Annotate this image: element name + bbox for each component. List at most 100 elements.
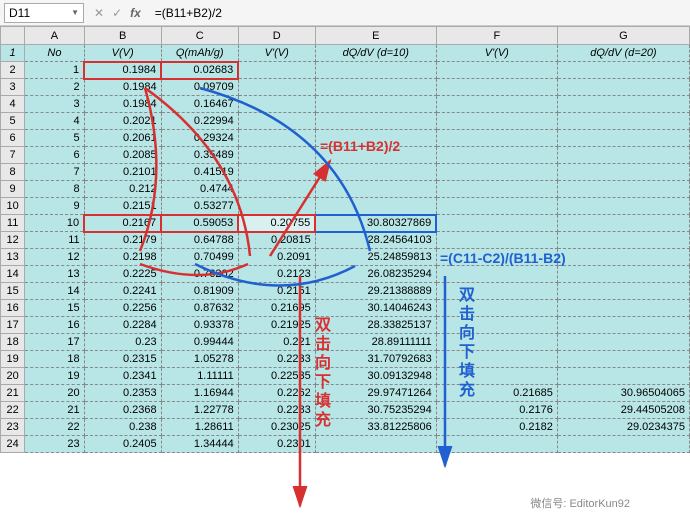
cell[interactable]: 0.2368 (84, 402, 161, 419)
cell[interactable]: 23 (25, 436, 84, 453)
cell[interactable]: 1.22778 (161, 402, 238, 419)
col-header[interactable] (1, 27, 25, 45)
cell[interactable] (557, 249, 689, 266)
cell[interactable]: 0.2284 (84, 317, 161, 334)
row-header[interactable]: 24 (1, 436, 25, 453)
row-header[interactable]: 7 (1, 147, 25, 164)
cell[interactable] (557, 215, 689, 232)
row-header[interactable]: 12 (1, 232, 25, 249)
col-header[interactable]: G (557, 27, 689, 45)
col-header[interactable]: B (84, 27, 161, 45)
cell[interactable] (315, 198, 436, 215)
cell[interactable] (557, 283, 689, 300)
cell[interactable]: 0.20755 (238, 215, 315, 232)
row-header[interactable]: 9 (1, 181, 25, 198)
cell[interactable]: No (25, 45, 84, 62)
cell[interactable]: 1.34444 (161, 436, 238, 453)
cell[interactable]: 0.1984 (84, 96, 161, 113)
cell[interactable] (557, 130, 689, 147)
cell[interactable]: 0.2182 (436, 419, 557, 436)
cell[interactable]: 16 (25, 317, 84, 334)
cell[interactable] (238, 164, 315, 181)
cell[interactable]: 14 (25, 283, 84, 300)
cell[interactable]: 30.14046243 (315, 300, 436, 317)
row-header[interactable]: 15 (1, 283, 25, 300)
cell[interactable] (557, 164, 689, 181)
cell[interactable]: 0.53277 (161, 198, 238, 215)
cell[interactable] (436, 436, 557, 453)
row-header[interactable]: 4 (1, 96, 25, 113)
cell[interactable]: 3 (25, 96, 84, 113)
row-header[interactable]: 23 (1, 419, 25, 436)
cell[interactable] (557, 62, 689, 79)
cell[interactable]: 22 (25, 419, 84, 436)
cell[interactable]: 0.02683 (161, 62, 238, 79)
row-header[interactable]: 10 (1, 198, 25, 215)
cell[interactable] (436, 232, 557, 249)
row-header[interactable]: 6 (1, 130, 25, 147)
col-header[interactable]: D (238, 27, 315, 45)
cell[interactable]: 6 (25, 147, 84, 164)
cell[interactable]: 0.20815 (238, 232, 315, 249)
cell[interactable]: 0.76202 (161, 266, 238, 283)
cell[interactable]: 26.08235294 (315, 266, 436, 283)
cell[interactable] (557, 232, 689, 249)
cell[interactable]: 0.2233 (238, 351, 315, 368)
cell[interactable]: 18 (25, 351, 84, 368)
cell[interactable] (238, 62, 315, 79)
cell[interactable]: 1.16944 (161, 385, 238, 402)
cell[interactable] (238, 147, 315, 164)
cell[interactable]: 0.2241 (84, 283, 161, 300)
cell[interactable]: 25.24859813 (315, 249, 436, 266)
cell[interactable]: 0.87632 (161, 300, 238, 317)
cell[interactable]: 0.22535 (238, 368, 315, 385)
cell[interactable]: 0.41519 (161, 164, 238, 181)
cell[interactable]: 0.70499 (161, 249, 238, 266)
cell[interactable]: V'(V) (238, 45, 315, 62)
row-header[interactable]: 20 (1, 368, 25, 385)
cell[interactable]: 0.2315 (84, 351, 161, 368)
cell[interactable]: 0.2123 (238, 266, 315, 283)
row-header[interactable]: 11 (1, 215, 25, 232)
cell[interactable]: 0.23025 (238, 419, 315, 436)
row-header[interactable]: 14 (1, 266, 25, 283)
row-header[interactable]: 18 (1, 334, 25, 351)
row-header[interactable]: 22 (1, 402, 25, 419)
cancel-icon[interactable]: ✕ (94, 6, 104, 20)
cell[interactable] (557, 96, 689, 113)
cell[interactable]: 0.221 (238, 334, 315, 351)
col-header[interactable]: E (315, 27, 436, 45)
cell[interactable] (315, 164, 436, 181)
cell[interactable]: 1 (25, 62, 84, 79)
cell[interactable]: dQ/dV (d=20) (557, 45, 689, 62)
cell[interactable]: 15 (25, 300, 84, 317)
cell[interactable]: V(V) (84, 45, 161, 62)
row-header[interactable]: 2 (1, 62, 25, 79)
row-header[interactable]: 16 (1, 300, 25, 317)
cell[interactable]: 1.11111 (161, 368, 238, 385)
cell[interactable] (238, 130, 315, 147)
cell[interactable] (436, 113, 557, 130)
cell[interactable]: 0.2151 (84, 198, 161, 215)
cell[interactable]: 8 (25, 181, 84, 198)
cell[interactable]: 30.09132948 (315, 368, 436, 385)
cell[interactable]: 0.16467 (161, 96, 238, 113)
cell[interactable]: 29.0234375 (557, 419, 689, 436)
cell[interactable]: 4 (25, 113, 84, 130)
cell[interactable]: 0.2091 (238, 249, 315, 266)
cell[interactable] (315, 96, 436, 113)
chevron-down-icon[interactable]: ▼ (71, 8, 79, 17)
cell[interactable]: 0.238 (84, 419, 161, 436)
cell[interactable]: 33.81225806 (315, 419, 436, 436)
row-header[interactable]: 13 (1, 249, 25, 266)
cell[interactable]: 17 (25, 334, 84, 351)
cell[interactable]: 5 (25, 130, 84, 147)
formula-input[interactable]: =(B11+B2)/2 (151, 6, 686, 20)
cell[interactable] (315, 113, 436, 130)
cell[interactable]: 29.21388889 (315, 283, 436, 300)
cell[interactable]: 28.33825137 (315, 317, 436, 334)
cell[interactable]: 30.80327869 (315, 215, 436, 232)
cell[interactable]: 28.89111111 (315, 334, 436, 351)
row-header[interactable]: 3 (1, 79, 25, 96)
cell[interactable] (436, 62, 557, 79)
